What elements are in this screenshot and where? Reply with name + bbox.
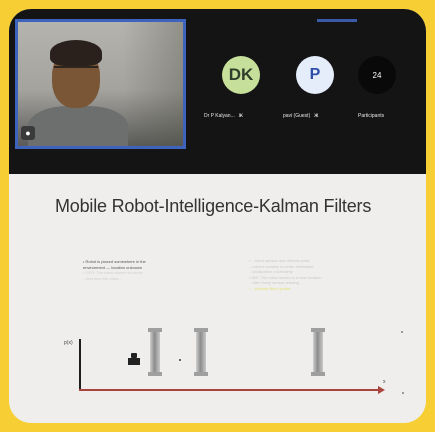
person-glasses: [54, 66, 98, 78]
right-bullet-list: • ...robot senses and detects walls ...r…: [249, 258, 389, 291]
person-hair: [50, 40, 102, 66]
y-axis: [79, 339, 81, 391]
mic-icon[interactable]: ●: [21, 126, 35, 140]
pillar-icon: [148, 328, 162, 376]
video-background: [123, 22, 183, 146]
y-axis-label: p(x): [64, 340, 73, 346]
bullet-line: • ...Kalman filter update: [249, 285, 291, 291]
x-axis-arrow: [378, 386, 385, 394]
participant-avatar-p[interactable]: P: [296, 56, 334, 94]
left-bullet-list: • Robot is placed somewhere in the envir…: [83, 259, 205, 281]
mic-muted-icon: ж: [314, 113, 319, 119]
x-axis-label: x: [383, 379, 386, 385]
person-shirt: [28, 106, 128, 146]
robot-icon: [128, 353, 140, 367]
x-axis: [79, 389, 381, 391]
top-indicator: [317, 19, 357, 22]
diagram-dot: [179, 359, 181, 361]
participant-avatar-dk[interactable]: DK: [222, 56, 260, 94]
slide-title: Mobile Robot-Intelligence-Kalman Filters: [55, 196, 372, 216]
self-video-tile[interactable]: ●: [15, 19, 186, 149]
participant-name-p: pavi (Guest) ж: [283, 113, 319, 119]
participants-strip: ● DK Dr P Kalyan... ж P pavi (Guest) ж 24 …: [9, 9, 426, 174]
meeting-window: ● DK Dr P Kalyan... ж P pavi (Guest) ж 24 …: [9, 9, 426, 423]
participants-label: Participants: [358, 113, 385, 119]
bullet-line: ...first time the robot...: [83, 275, 122, 281]
pillar-icon: [194, 328, 208, 376]
pillar-icon: [311, 328, 325, 376]
diagram-dot: [402, 392, 404, 394]
participant-name-dk: Dr P Kalyan... ж: [204, 113, 243, 119]
participant-count-badge[interactable]: 24: [358, 56, 396, 94]
diagram-dot: [401, 331, 403, 333]
mic-muted-icon: ж: [238, 113, 243, 119]
